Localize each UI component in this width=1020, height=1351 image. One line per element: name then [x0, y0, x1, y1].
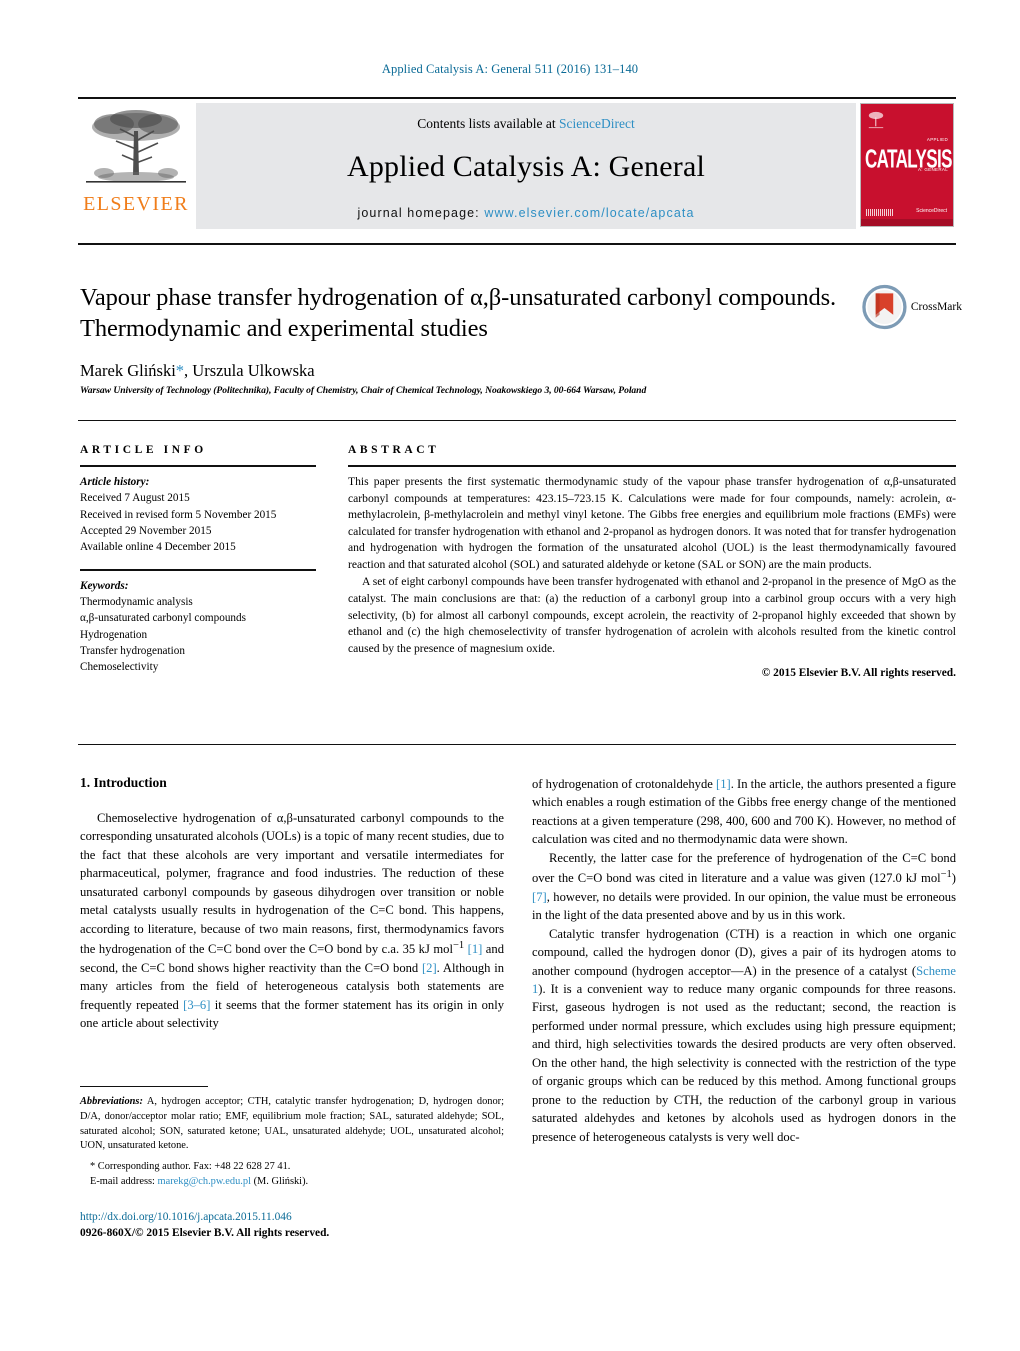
email-owner: (M. Gliński). — [253, 1176, 309, 1188]
paragraph-part: ) — [951, 871, 956, 886]
journal-title: Applied Catalysis A: General — [346, 150, 706, 183]
cover-publisher-mark: ScienceDirect — [916, 207, 947, 214]
info-divider-top — [78, 420, 956, 421]
abstract-heading: ABSTRACT — [348, 444, 440, 456]
elsevier-wordmark: ELSEVIER — [83, 193, 189, 215]
corresponding-author-note: * Corresponding author. Fax: +48 22 628 … — [80, 1159, 504, 1189]
title-divider — [78, 243, 956, 245]
abstract-body: This paper presents the first systematic… — [348, 474, 956, 657]
body-divider — [78, 744, 956, 745]
citation-link[interactable]: [1] — [716, 777, 731, 791]
paragraph: Recently, the latter case for the prefer… — [532, 849, 956, 925]
paragraph-part: Chemoselective hydrogenation of α,β-unsa… — [80, 811, 504, 957]
footnote-divider — [80, 1086, 208, 1087]
running-head: Applied Catalysis A: General 511 (2016) … — [381, 62, 639, 76]
keywords-rule — [80, 568, 316, 571]
homepage-url-link[interactable]: www.elsevier.com/locate/apcata — [484, 206, 694, 220]
footnotes: Abbreviations: A, hydrogen acceptor; CTH… — [80, 1086, 504, 1189]
article-history-label: Article history: — [80, 476, 150, 488]
title-block: Vapour phase transfer hydrogenation of α… — [80, 283, 850, 381]
cover-bottom-bar — [861, 219, 953, 226]
keyword-item: Thermodynamic analysis — [80, 596, 193, 609]
contents-available-line: Contents lists available at ScienceDirec… — [417, 116, 634, 132]
paragraph-part: ). It is a convenient way to reduce many… — [532, 982, 956, 1144]
paragraph: Chemoselective hydrogenation of α,β-unsa… — [80, 809, 504, 1032]
affiliation: Warsaw University of Technology (Politec… — [80, 385, 647, 396]
sciencedirect-link[interactable]: ScienceDirect — [559, 116, 635, 131]
history-item: Available online 4 December 2015 — [80, 541, 236, 554]
contents-prefix: Contents lists available at — [417, 116, 556, 131]
article-info-column: ARTICLE INFO Article history: Received 7… — [80, 444, 316, 676]
paragraph-part: Recently, the latter case for the prefer… — [532, 850, 956, 886]
crossmark-label: CrossMark — [910, 301, 962, 313]
paragraph-part: , however, no details were provided. In … — [532, 889, 956, 923]
issn-copyright-line: 0926-860X/© 2015 Elsevier B.V. All right… — [80, 1227, 330, 1240]
article-history-block: Article history: Received 7 August 2015 … — [80, 474, 316, 556]
article-info-heading: ARTICLE INFO — [80, 444, 207, 456]
author-list: Marek Gliński*, Urszula Ulkowska — [80, 361, 850, 381]
citation-link[interactable]: [2] — [422, 961, 437, 975]
corresponding-author-marker[interactable]: * — [176, 361, 184, 380]
citation-link[interactable]: [7] — [532, 890, 547, 904]
cover-subtitle: A: GENERAL — [917, 167, 948, 172]
journal-cover-thumbnail: APPLIED CATALYSIS A: GENERAL ScienceDire… — [860, 103, 956, 229]
cover-art: APPLIED CATALYSIS A: GENERAL ScienceDire… — [860, 103, 954, 227]
keyword-item: Hydrogenation — [80, 628, 148, 641]
intro-left-text: Chemoselective hydrogenation of α,β-unsa… — [80, 809, 504, 1032]
history-item: Accepted 29 November 2015 — [80, 525, 212, 538]
keyword-item: Chemoselectivity — [80, 661, 159, 674]
email-link[interactable]: marekg@ch.pw.edu.pl — [158, 1176, 251, 1187]
keyword-item: Transfer hydrogenation — [80, 645, 185, 658]
journal-homepage-line: journal homepage: www.elsevier.com/locat… — [358, 206, 695, 220]
email-label: E-mail address: — [90, 1176, 155, 1188]
journal-masthead: ELSEVIER Contents lists available at Sci… — [78, 97, 956, 229]
author-names: Marek Gliński*, Urszula Ulkowska — [80, 360, 315, 380]
crossmark-badge[interactable]: CrossMark — [862, 281, 962, 333]
elsevier-logo: ELSEVIER — [78, 103, 194, 229]
crossmark-icon — [862, 284, 907, 330]
doi-link[interactable]: http://dx.doi.org/10.1016/j.apcata.2015.… — [80, 1209, 520, 1225]
superscript: −1 — [940, 869, 952, 881]
email-line: E-mail address: marekg@ch.pw.edu.pl (M. … — [80, 1174, 504, 1189]
abbreviations-text: A, hydrogen acceptor; CTH, catalytic tra… — [80, 1096, 504, 1152]
keyword-item: α,β-unsaturated carbonyl compounds — [80, 612, 246, 625]
paragraph-part: Catalytic transfer hydrogenation (CTH) i… — [532, 926, 956, 978]
article-info-rule — [80, 465, 316, 467]
page-title: Vapour phase transfer hydrogenation of α… — [80, 284, 837, 342]
paragraph: of hydrogenation of crotonaldehyde [1]. … — [532, 775, 956, 849]
paragraph-part: of hydrogenation of crotonaldehyde — [532, 777, 717, 791]
elsevier-tree-icon — [86, 110, 186, 183]
keywords-label: Keywords: — [80, 579, 129, 592]
intro-right-text: of hydrogenation of crotonaldehyde [1]. … — [532, 775, 956, 1146]
history-item: Received 7 August 2015 — [80, 492, 190, 505]
abbreviations-label: Abbreviations: — [80, 1096, 143, 1107]
copyright-line: © 2015 Elsevier B.V. All rights reserved… — [761, 667, 956, 680]
superscript: −1 — [452, 940, 465, 952]
abstract-paragraph: This paper presents the first systematic… — [348, 475, 956, 571]
journal-banner: Contents lists available at ScienceDirec… — [196, 103, 856, 229]
cover-supertitle: APPLIED — [926, 137, 948, 142]
citation-link[interactable]: [3–6] — [183, 998, 210, 1012]
keywords-block: Keywords: Thermodynamic analysis α,β-uns… — [80, 578, 316, 676]
paragraph: Catalytic transfer hydrogenation (CTH) i… — [532, 925, 956, 1146]
cover-elsevier-tree-icon — [868, 111, 884, 129]
article-page: Applied Catalysis A: General 511 (2016) … — [0, 0, 1020, 1351]
body-column-left: 1. Introduction Chemoselective hydrogena… — [80, 775, 504, 1032]
abstract-column: ABSTRACT This paper presents the first s… — [348, 444, 956, 679]
section-heading-introduction: 1. Introduction — [80, 775, 167, 790]
footer-identifiers: http://dx.doi.org/10.1016/j.apcata.2015.… — [80, 1209, 520, 1241]
body-column-right: of hydrogenation of crotonaldehyde [1]. … — [532, 775, 956, 1146]
corresponding-author-line: * Corresponding author. Fax: +48 22 628 … — [90, 1161, 291, 1173]
history-item: Received in revised form 5 November 2015 — [80, 508, 277, 521]
abstract-rule — [348, 465, 956, 467]
cover-barcode — [866, 209, 894, 216]
abbreviations-note: Abbreviations: A, hydrogen acceptor; CTH… — [80, 1095, 504, 1154]
citation-link[interactable]: [1] — [468, 942, 483, 956]
abstract-paragraph: A set of eight carbonyl compounds have b… — [348, 575, 956, 655]
homepage-label: journal homepage: — [357, 206, 480, 220]
